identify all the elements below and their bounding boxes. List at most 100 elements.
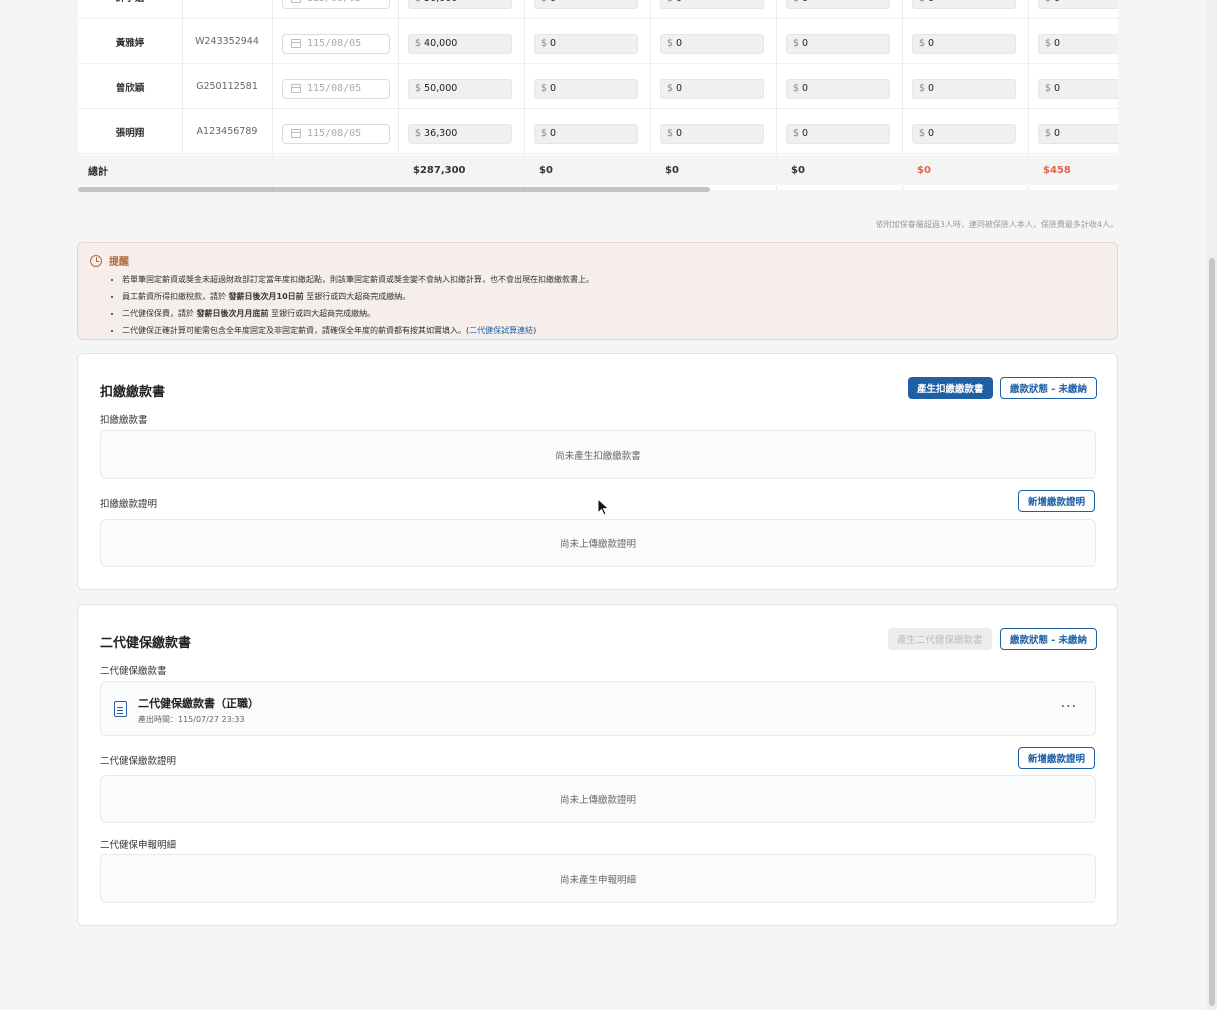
- currency-symbol: $: [1045, 38, 1052, 50]
- amount-value: 0: [550, 38, 557, 50]
- amount-input[interactable]: $0: [786, 33, 890, 54]
- generate-withholding-button[interactable]: 產生扣繳繳款書: [908, 377, 993, 399]
- currency-symbol: $: [793, 38, 800, 50]
- currency-symbol: $: [1045, 83, 1052, 95]
- pay-date-input[interactable]: 115/08/05: [282, 0, 390, 9]
- vertical-scrollbar-track[interactable]: [1207, 0, 1217, 1010]
- employee-name: 張明翔: [115, 127, 145, 139]
- amount-input[interactable]: $50,000: [408, 78, 512, 99]
- more-icon[interactable]: ···: [1061, 699, 1077, 715]
- amount-value: 0: [802, 38, 809, 50]
- calendar-icon: [291, 129, 301, 139]
- amount-value: 0: [676, 83, 683, 95]
- amount-value: 0: [676, 38, 683, 50]
- amount-value: 0: [802, 128, 809, 140]
- reminder-text: ): [533, 326, 537, 335]
- amount-input[interactable]: $50,000: [408, 0, 512, 9]
- currency-symbol: $: [415, 0, 421, 4]
- amount-input[interactable]: $0: [1038, 0, 1118, 9]
- amount-value: 0: [550, 83, 557, 95]
- withholding-card: 扣繳繳款書 產生扣繳繳款書 繳款狀態 - 未繳納 扣繳繳款書 尚未產生扣繳繳款書…: [77, 353, 1118, 590]
- nhi-status-button[interactable]: 繳款狀態 - 未繳納: [1000, 628, 1098, 650]
- add-withholding-proof-button[interactable]: 新增繳款證明: [1018, 490, 1096, 512]
- total-value: $0: [539, 164, 553, 176]
- amount-value: 0: [802, 83, 809, 95]
- reminder-text: 二代健保保費，請於: [122, 309, 197, 318]
- total-value: $0: [791, 164, 805, 176]
- withholding-status-button[interactable]: 繳款狀態 - 未繳納: [1000, 377, 1098, 399]
- generate-nhi-button[interactable]: 產生二代健保繳款書: [888, 628, 992, 650]
- reminder-text: 若單筆固定薪資或獎金未超過財政部訂定當年度扣繳起點，則該筆固定薪資或獎金變不會納…: [122, 275, 594, 284]
- pay-date-input[interactable]: 115/08/05: [282, 33, 390, 54]
- amount-value: 0: [1054, 128, 1061, 140]
- pay-date-input[interactable]: 115/08/05: [282, 123, 390, 144]
- amount-input[interactable]: $0: [912, 78, 1016, 99]
- currency-symbol: $: [919, 83, 926, 95]
- amount-input[interactable]: $0: [660, 33, 764, 54]
- withholding-title: 扣繳繳款書: [100, 385, 166, 400]
- nhi-proof-label: 二代健保繳款證明: [100, 756, 177, 767]
- currency-symbol: $: [541, 83, 548, 95]
- file-title: 二代健保繳款書（正職）: [138, 697, 259, 710]
- amount-input[interactable]: $0: [786, 0, 890, 9]
- amount-input[interactable]: $0: [1038, 123, 1118, 144]
- amount-input[interactable]: $0: [1038, 78, 1118, 99]
- nhi-proof-empty: 尚未上傳繳款證明: [100, 775, 1096, 823]
- currency-symbol: $: [1045, 128, 1052, 140]
- amount-input[interactable]: $0: [660, 0, 764, 9]
- amount-value: 50,000: [424, 83, 458, 95]
- currency-symbol: $: [541, 38, 548, 50]
- amount-input[interactable]: $0: [534, 123, 638, 144]
- document-icon: [114, 701, 127, 717]
- amount-input[interactable]: $0: [534, 0, 638, 9]
- nhi-bill-file[interactable]: 二代健保繳款書（正職） 產出時間：115/07/27 23:33 ···: [100, 681, 1096, 736]
- amount-input[interactable]: $0: [912, 0, 1016, 9]
- reminder-item: 二代健保保費，請於 發薪日後次月月底前 至銀行或四大超商完成繳納。: [122, 305, 1105, 322]
- currency-symbol: $: [793, 0, 799, 4]
- horizontal-scrollbar[interactable]: [78, 187, 710, 192]
- nhi-title: 二代健保繳款書: [100, 636, 192, 651]
- amount-value: 0: [550, 128, 557, 140]
- amount-input[interactable]: $0: [786, 78, 890, 99]
- total-label: 總計: [88, 166, 108, 178]
- total-value: $0: [917, 164, 931, 176]
- table-row: 許小姐E223456789115/08/05$50,000$0$0$0$0$0: [78, 0, 1118, 19]
- total-row: 總計 $287,300 $0 $0 $0 $0 $458: [78, 155, 1118, 185]
- amount-input[interactable]: $0: [912, 33, 1016, 54]
- currency-symbol: $: [541, 0, 547, 4]
- employee-name: 黃雅婷: [115, 37, 145, 49]
- amount-value: 0: [928, 128, 935, 140]
- amount-value: 0: [550, 0, 556, 4]
- pay-date-input[interactable]: 115/08/05: [282, 78, 390, 99]
- pay-date-value: 115/08/05: [307, 0, 361, 4]
- reminder-box: 提醒 若單筆固定薪資或獎金未超過財政部訂定當年度扣繳起點，則該筆固定薪資或獎金變…: [77, 242, 1118, 340]
- nhi-detail-empty: 尚未產生申報明細: [100, 854, 1096, 903]
- currency-symbol: $: [415, 128, 422, 140]
- currency-symbol: $: [919, 38, 926, 50]
- amount-input[interactable]: $0: [912, 123, 1016, 144]
- amount-input[interactable]: $0: [534, 78, 638, 99]
- amount-input[interactable]: $0: [660, 78, 764, 99]
- table-row: 曾欣穎 G250112581 115/08/05 $50,000 $0 $0 $0 $0 $0: [78, 65, 1118, 109]
- amount-value: 40,000: [424, 38, 458, 50]
- reminder-header: 提醒: [90, 253, 1105, 268]
- employee-id: E223456789: [182, 0, 272, 18]
- reminder-item: 二代健保正確計算可能需包含全年度固定及非固定薪資，請確保全年度的薪資都有按其如實…: [122, 322, 1105, 339]
- total-value: $458: [1043, 164, 1071, 176]
- amount-input[interactable]: $0: [786, 123, 890, 144]
- amount-input[interactable]: $36,300: [408, 123, 512, 144]
- currency-symbol: $: [541, 128, 548, 140]
- add-nhi-proof-button[interactable]: 新增繳款證明: [1018, 747, 1096, 769]
- amount-input[interactable]: $0: [660, 123, 764, 144]
- amount-input[interactable]: $0: [534, 33, 638, 54]
- amount-value: 0: [1054, 38, 1061, 50]
- amount-value: 36,300: [424, 128, 458, 140]
- amount-input[interactable]: $0: [1038, 33, 1118, 54]
- amount-value: 0: [928, 0, 934, 4]
- amount-input[interactable]: $40,000: [408, 33, 512, 54]
- nhi-calculator-link[interactable]: 二代健保試算連結: [469, 326, 533, 335]
- nhi-card: 二代健保繳款書 產生二代健保繳款書 繳款狀態 - 未繳納 二代健保繳款書 二代健…: [77, 604, 1118, 926]
- vertical-scrollbar-thumb[interactable]: [1209, 258, 1215, 1006]
- pay-date-value: 115/08/05: [307, 128, 362, 140]
- reminder-text: 至銀行或四大超商完成繳納。: [303, 292, 411, 301]
